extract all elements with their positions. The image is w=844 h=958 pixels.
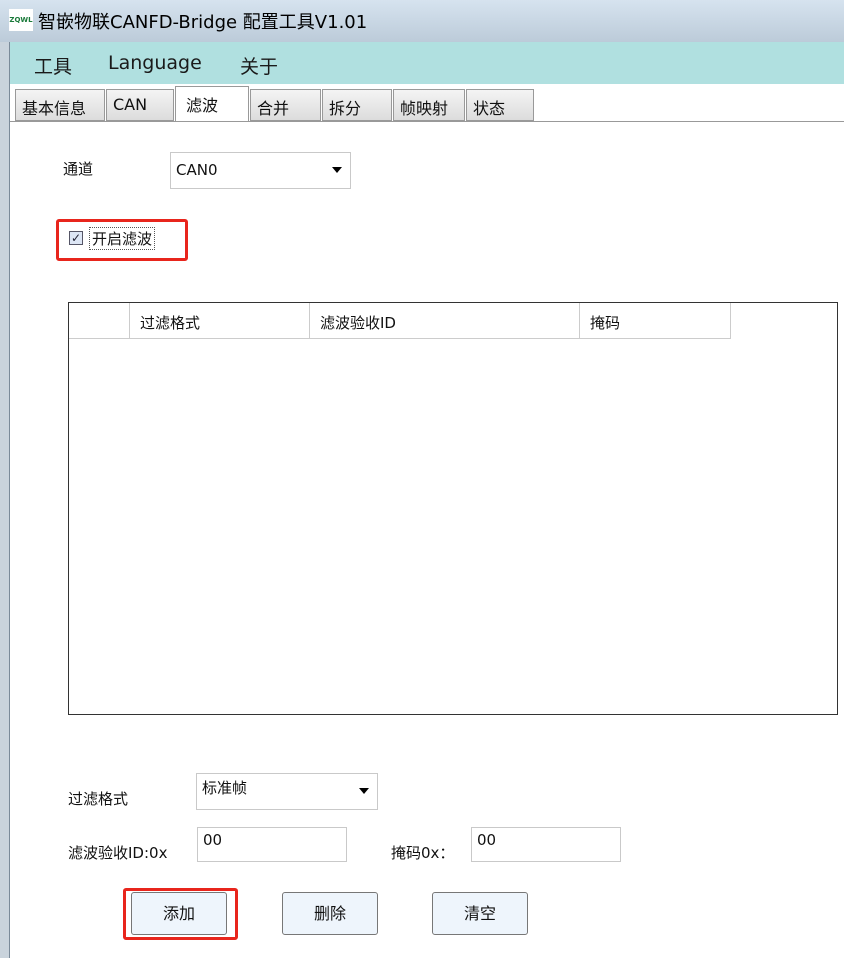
format-value: 标准帧 xyxy=(202,779,248,797)
chevron-down-icon xyxy=(332,167,342,173)
channel-value: CAN0 xyxy=(176,161,218,179)
enable-filter-checkbox[interactable]: ✓ xyxy=(69,231,83,245)
id-label: 滤波验收ID:0x xyxy=(68,844,168,862)
filter-table[interactable]: 过滤格式 滤波验收ID 掩码 xyxy=(68,302,838,715)
tab-split[interactable]: 拆分 xyxy=(322,89,392,121)
tab-merge[interactable]: 合并 xyxy=(250,89,321,121)
menu-about[interactable]: 关于 xyxy=(240,52,278,79)
tab-status[interactable]: 状态 xyxy=(466,89,534,121)
title-bar: ZQWL 智嵌物联CANFD-Bridge 配置工具V1.01 xyxy=(0,0,844,42)
tab-filter[interactable]: 滤波 xyxy=(175,86,249,122)
app-window: 工具 Language 关于 基本信息 CAN 合并 拆分 帧映射 状态 滤波 … xyxy=(9,42,844,958)
column-header[interactable]: 滤波验收ID xyxy=(310,303,580,339)
column-header[interactable]: 过滤格式 xyxy=(130,303,310,339)
tab-divider xyxy=(10,121,844,122)
add-button[interactable]: 添加 xyxy=(131,892,227,935)
delete-button[interactable]: 删除 xyxy=(282,892,378,935)
id-input[interactable]: 00 xyxy=(197,827,347,862)
menu-language[interactable]: Language xyxy=(108,52,202,74)
menu-tools[interactable]: 工具 xyxy=(34,52,72,79)
clear-button[interactable]: 清空 xyxy=(432,892,528,935)
chevron-down-icon xyxy=(359,788,369,794)
app-logo: ZQWL xyxy=(9,9,33,31)
menu-bar: 工具 Language 关于 xyxy=(10,42,844,84)
mask-label: 掩码0x： xyxy=(391,844,455,862)
enable-filter-label[interactable]: 开启滤波 xyxy=(89,227,156,250)
tab-basic-info[interactable]: 基本信息 xyxy=(15,89,105,121)
tab-can[interactable]: CAN xyxy=(106,89,174,121)
column-header[interactable]: 掩码 xyxy=(580,303,731,339)
tab-frame-map[interactable]: 帧映射 xyxy=(393,89,465,121)
channel-select[interactable]: CAN0 xyxy=(170,152,351,189)
window-title: 智嵌物联CANFD-Bridge 配置工具V1.01 xyxy=(38,12,368,33)
row-header-corner xyxy=(69,303,130,339)
mask-input[interactable]: 00 xyxy=(471,827,621,862)
format-label: 过滤格式 xyxy=(68,790,129,808)
format-select[interactable]: 标准帧 xyxy=(196,773,378,810)
channel-label: 通道 xyxy=(63,160,94,178)
